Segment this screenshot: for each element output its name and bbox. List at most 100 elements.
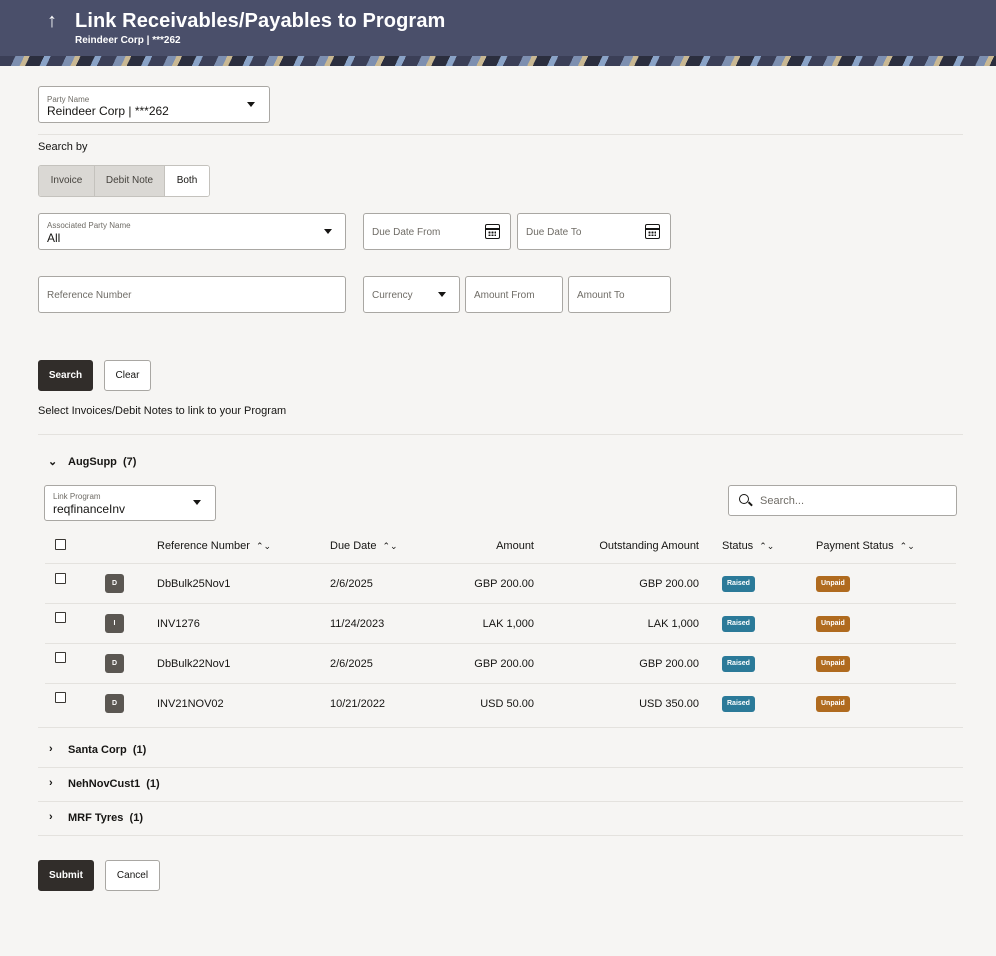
payment-status-badge: Unpaid [816,616,850,632]
instruction-text: Select Invoices/Debit Notes to link to y… [38,405,287,417]
group-title-santa-corp[interactable]: Santa Corp (1) [68,744,146,756]
document-type-badge: D [105,694,124,713]
outstanding-amount: GBP 200.00 [639,658,699,670]
calendar-icon[interactable] [485,224,500,239]
outstanding-amount: GBP 200.00 [639,578,699,590]
status-badge: Raised [722,656,755,672]
outstanding-amount: LAK 1,000 [647,618,699,630]
chevron-down-icon [193,500,201,505]
divider [38,434,963,435]
amount-to-field[interactable]: Amount To [568,276,671,313]
row-divider [45,643,956,644]
chevron-down-icon [438,292,446,297]
column-header-reference-number[interactable]: Reference Number ⌃⌄ [157,540,271,552]
sort-icon: ⌃⌄ [255,541,272,551]
search-by-label: Search by [38,141,88,153]
due-date: 11/24/2023 [330,618,385,630]
row-checkbox[interactable] [55,573,66,584]
amount-from-placeholder: Amount From [474,290,535,301]
due-date: 2/6/2025 [330,578,373,590]
due-date-to-field[interactable]: Due Date To [517,213,671,250]
header-decoration [0,56,996,66]
payment-status-badge: Unpaid [816,656,850,672]
table-search-input[interactable]: Search... [728,485,957,516]
amount: GBP 200.00 [474,578,534,590]
amount-to-placeholder: Amount To [577,290,625,301]
due-date-to-placeholder: Due Date To [526,227,582,238]
page-title: Link Receivables/Payables to Program [75,10,446,32]
page-header: ↑ Link Receivables/Payables to Program R… [0,0,996,66]
party-name-label: Party Name [47,95,90,104]
sort-icon: ⌃⌄ [759,541,775,551]
reference-number-field[interactable]: Reference Number [38,276,346,313]
associated-party-select[interactable]: Associated Party Name All [38,213,346,250]
search-by-both[interactable]: Both [165,166,209,196]
document-type-badge: D [105,574,124,593]
cancel-button[interactable]: Cancel [105,860,160,891]
search-button[interactable]: Search [38,360,93,391]
chevron-right-icon[interactable]: › [49,811,53,823]
link-program-select[interactable]: Link Program reqfinanceInv [44,485,216,521]
divider [38,134,963,135]
reference-number: DbBulk25Nov1 [157,578,231,590]
chevron-right-icon[interactable]: › [49,777,53,789]
chevron-down-icon [247,102,255,107]
chevron-down-icon [324,229,332,234]
row-checkbox[interactable] [55,612,66,623]
amount-from-field[interactable]: Amount From [465,276,563,313]
document-type-badge: I [105,614,124,633]
amount: LAK 1,000 [482,618,534,630]
due-date: 2/6/2025 [330,658,373,670]
due-date: 10/21/2022 [330,698,386,710]
party-name-select[interactable]: Party Name Reindeer Corp | ***262 [38,86,270,123]
sort-icon: ⌃⌄ [899,541,915,551]
table-search-placeholder: Search... [760,495,805,507]
group-title-nehnovcust1[interactable]: NehNovCust1 (1) [68,778,160,790]
sort-icon: ⌃⌄ [382,541,398,551]
up-arrow-icon[interactable]: ↑ [47,10,57,33]
search-by-toggle: Invoice Debit Note Both [38,165,210,197]
select-all-checkbox[interactable] [55,539,66,550]
row-divider [45,603,956,604]
column-header-due-date[interactable]: Due Date ⌃⌄ [330,540,398,552]
due-date-from-field[interactable]: Due Date From [363,213,511,250]
column-header-outstanding-amount: Outstanding Amount [599,540,699,552]
column-header-status[interactable]: Status ⌃⌄ [722,540,774,552]
page-subtitle: Reindeer Corp | ***262 [75,35,181,46]
payment-status-badge: Unpaid [816,696,850,712]
payment-status-badge: Unpaid [816,576,850,592]
link-program-value: reqfinanceInv [53,502,126,516]
search-by-debit-note[interactable]: Debit Note [95,166,165,196]
link-program-label: Link Program [53,492,101,501]
chevron-right-icon[interactable]: › [49,743,53,755]
group-title-augsupp[interactable]: AugSupp (7) [68,456,136,468]
party-name-value: Reindeer Corp | ***262 [47,104,169,118]
reference-number: DbBulk22Nov1 [157,658,231,670]
divider [38,801,963,802]
column-header-amount: Amount [496,540,534,552]
chevron-down-icon[interactable]: ⌄ [48,455,57,468]
row-divider [45,563,956,564]
clear-button[interactable]: Clear [104,360,151,391]
calendar-icon[interactable] [645,224,660,239]
status-badge: Raised [722,696,755,712]
divider [38,727,963,728]
outstanding-amount: USD 350.00 [639,698,699,710]
associated-party-value: All [47,231,61,245]
row-checkbox[interactable] [55,692,66,703]
reference-number: INV1276 [157,618,200,630]
divider [38,835,963,836]
column-header-payment-status[interactable]: Payment Status ⌃⌄ [816,540,915,552]
reference-number-placeholder: Reference Number [47,290,132,301]
status-badge: Raised [722,576,755,592]
row-checkbox[interactable] [55,652,66,663]
amount: USD 50.00 [480,698,534,710]
row-divider [45,683,956,684]
submit-button[interactable]: Submit [38,860,94,891]
group-title-mrf-tyres[interactable]: MRF Tyres (1) [68,812,143,824]
status-badge: Raised [722,616,755,632]
currency-select[interactable]: Currency [363,276,460,313]
currency-placeholder: Currency [372,290,413,301]
search-by-invoice[interactable]: Invoice [39,166,95,196]
associated-party-label: Associated Party Name [47,221,131,230]
